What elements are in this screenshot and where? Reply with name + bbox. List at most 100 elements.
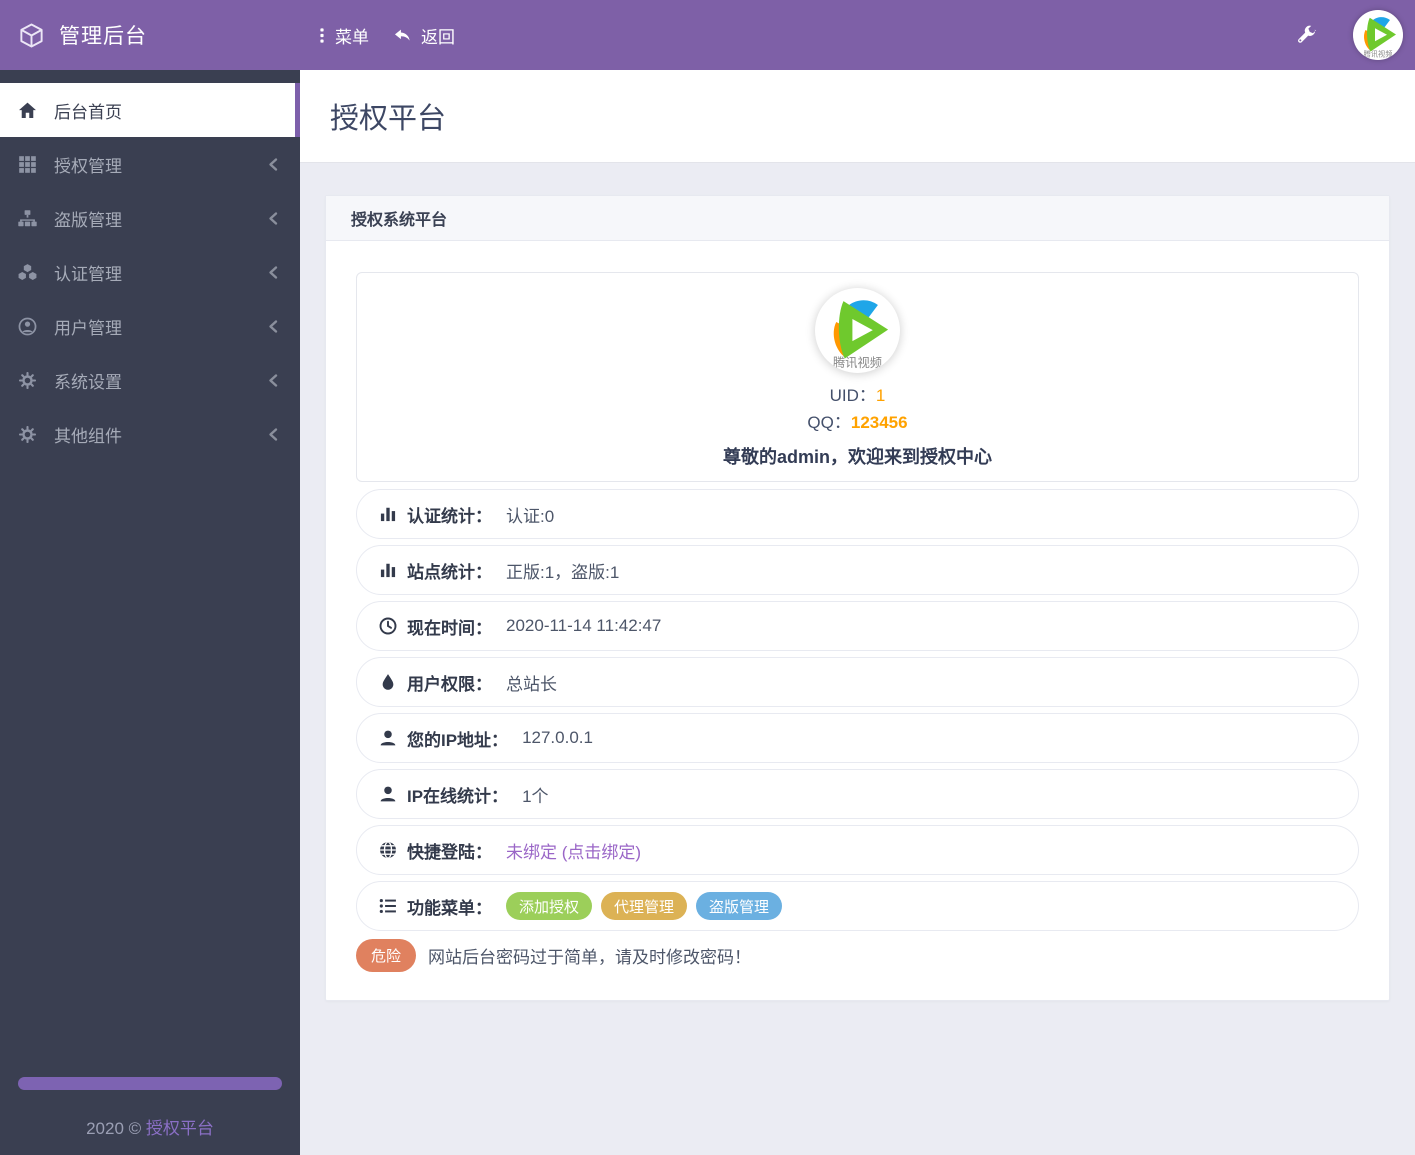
badge-agent-manage[interactable]: 代理管理 bbox=[601, 892, 687, 920]
user-role-value: 总站长 bbox=[506, 670, 557, 695]
row-quick-login: 快捷登陆： 未绑定 (点击绑定) bbox=[356, 825, 1359, 875]
sidebar-item-system-settings[interactable]: 系统设置 bbox=[0, 353, 300, 407]
globe-icon bbox=[378, 840, 398, 860]
user-circle-icon bbox=[17, 316, 38, 337]
sidebar-item-piracy-manage[interactable]: 盗版管理 bbox=[0, 191, 300, 245]
page-header: 授权平台 bbox=[300, 70, 1415, 163]
danger-badge: 危险 bbox=[356, 939, 416, 972]
qq-value: 123456 bbox=[851, 413, 908, 432]
gear-icon bbox=[17, 370, 38, 391]
ellipsis-v-icon bbox=[318, 26, 326, 45]
qq-line: QQ：123456 bbox=[357, 409, 1358, 436]
ip-online-value: 1个 bbox=[522, 782, 548, 807]
svg-text:腾讯视频: 腾讯视频 bbox=[833, 355, 882, 370]
row-label: 您的IP地址： bbox=[407, 726, 508, 751]
site-stats-value: 正版:1，盗版:1 bbox=[506, 558, 619, 583]
sidebar-item-label: 授权管理 bbox=[54, 152, 122, 177]
main-area: 授权平台 授权系统平台 腾讯视频 UID：1 QQ：123456 尊敬的admi… bbox=[300, 70, 1415, 1155]
chevron-left-icon bbox=[267, 157, 280, 172]
cube-icon bbox=[18, 22, 45, 49]
list-icon bbox=[378, 896, 398, 916]
row-label: 功能菜单： bbox=[407, 894, 492, 919]
row-label: IP在线统计： bbox=[407, 782, 508, 807]
row-ip-online: IP在线统计： 1个 bbox=[356, 769, 1359, 819]
chevron-left-icon bbox=[267, 211, 280, 226]
topbar: 管理后台 菜单 返回 腾讯视频 bbox=[0, 0, 1415, 70]
sidebar-footer: 2020 © 授权平台 bbox=[0, 1077, 300, 1155]
chevron-left-icon bbox=[267, 265, 280, 280]
menu-button-label: 菜单 bbox=[335, 23, 369, 48]
row-label: 现在时间： bbox=[407, 614, 492, 639]
your-ip-value: 127.0.0.1 bbox=[522, 728, 593, 748]
row-site-stats: 站点统计： 正版:1，盗版:1 bbox=[356, 545, 1359, 595]
wrench-icon[interactable] bbox=[1295, 24, 1317, 46]
badge-piracy-manage[interactable]: 盗版管理 bbox=[696, 892, 782, 920]
copyright-link[interactable]: 授权平台 bbox=[146, 1119, 214, 1138]
badge-add-auth[interactable]: 添加授权 bbox=[506, 892, 592, 920]
svg-text:腾讯视频: 腾讯视频 bbox=[1363, 50, 1393, 59]
chevron-left-icon bbox=[267, 427, 280, 442]
sidebar-item-label: 后台首页 bbox=[54, 98, 122, 123]
function-menu-badges: 添加授权代理管理盗版管理 bbox=[506, 892, 782, 920]
sidebar-item-cert-manage[interactable]: 认证管理 bbox=[0, 245, 300, 299]
profile-box: 腾讯视频 UID：1 QQ：123456 尊敬的admin，欢迎来到授权中心 bbox=[356, 272, 1359, 482]
copyright-year: 2020 © bbox=[86, 1119, 146, 1138]
auth-platform-card: 授权系统平台 腾讯视频 UID：1 QQ：123456 尊敬的admin，欢迎来… bbox=[325, 195, 1390, 1001]
avatar[interactable]: 腾讯视频 bbox=[1353, 10, 1403, 60]
sidebar-item-label: 盗版管理 bbox=[54, 206, 122, 231]
app-title: 管理后台 bbox=[59, 20, 147, 50]
auth-stats-value: 认证:0 bbox=[506, 502, 554, 527]
chevron-left-icon bbox=[267, 319, 280, 334]
drop-icon bbox=[378, 672, 398, 692]
home-icon bbox=[17, 100, 38, 121]
cubes-icon bbox=[17, 262, 38, 283]
sidebar-item-home[interactable]: 后台首页 bbox=[0, 83, 300, 137]
quick-login-value-link[interactable]: 未绑定 (点击绑定) bbox=[506, 838, 641, 863]
copyright: 2020 © 授权平台 bbox=[0, 1114, 300, 1139]
bar-chart-icon bbox=[378, 504, 398, 524]
clock-icon bbox=[378, 616, 398, 636]
brand: 管理后台 bbox=[0, 20, 300, 50]
sidebar-item-label: 认证管理 bbox=[54, 260, 122, 285]
qq-label: QQ： bbox=[807, 413, 850, 432]
info-rows: 认证统计： 认证:0 站点统计： 正版:1，盗版:1 现在时间： 2020-11… bbox=[356, 489, 1359, 931]
menu-button[interactable]: 菜单 bbox=[318, 23, 369, 48]
row-label: 用户权限： bbox=[407, 670, 492, 695]
page-title: 授权平台 bbox=[330, 95, 446, 137]
sidebar-item-other-components[interactable]: 其他组件 bbox=[0, 407, 300, 461]
uid-line: UID：1 bbox=[357, 382, 1358, 409]
grid-icon bbox=[17, 154, 38, 175]
row-your-ip: 您的IP地址： 127.0.0.1 bbox=[356, 713, 1359, 763]
sidebar: 后台首页 授权管理 盗版管理 认证管理 用户管理 系统设置 其他组件 2020 … bbox=[0, 70, 300, 1155]
tencent-video-logo: 腾讯视频 bbox=[815, 288, 900, 373]
content: 授权系统平台 腾讯视频 UID：1 QQ：123456 尊敬的admin，欢迎来… bbox=[300, 163, 1415, 1001]
row-label: 站点统计： bbox=[407, 558, 492, 583]
sidebar-nav: 后台首页 授权管理 盗版管理 认证管理 用户管理 系统设置 其他组件 bbox=[0, 70, 300, 461]
sidebar-footer-bar bbox=[18, 1077, 282, 1090]
welcome-text: 尊敬的admin，欢迎来到授权中心 bbox=[357, 443, 1358, 469]
sidebar-item-label: 用户管理 bbox=[54, 314, 122, 339]
bar-chart-icon bbox=[378, 560, 398, 580]
alert-text: 网站后台密码过于简单，请及时修改密码！ bbox=[428, 943, 751, 968]
uid-value: 1 bbox=[876, 386, 885, 405]
row-function-menu: 功能菜单： 添加授权代理管理盗版管理 bbox=[356, 881, 1359, 931]
row-label: 快捷登陆： bbox=[407, 838, 492, 863]
chevron-left-icon bbox=[267, 373, 280, 388]
sidebar-item-user-manage[interactable]: 用户管理 bbox=[0, 299, 300, 353]
row-current-time: 现在时间： 2020-11-14 11:42:47 bbox=[356, 601, 1359, 651]
current-time-value: 2020-11-14 11:42:47 bbox=[506, 616, 661, 636]
back-button[interactable]: 返回 bbox=[393, 23, 455, 48]
sidebar-item-auth-manage[interactable]: 授权管理 bbox=[0, 137, 300, 191]
card-header: 授权系统平台 bbox=[326, 196, 1389, 241]
card-body: 腾讯视频 UID：1 QQ：123456 尊敬的admin，欢迎来到授权中心 认… bbox=[326, 241, 1389, 1000]
user-icon bbox=[378, 728, 398, 748]
uid-label: UID： bbox=[830, 386, 876, 405]
password-alert: 危险 网站后台密码过于简单，请及时修改密码！ bbox=[356, 939, 1359, 972]
row-user-role: 用户权限： 总站长 bbox=[356, 657, 1359, 707]
gear-icon bbox=[17, 424, 38, 445]
row-auth-stats: 认证统计： 认证:0 bbox=[356, 489, 1359, 539]
sitemap-icon bbox=[17, 208, 38, 229]
sidebar-item-label: 其他组件 bbox=[54, 422, 122, 447]
reply-icon bbox=[393, 26, 412, 45]
sidebar-item-label: 系统设置 bbox=[54, 368, 122, 393]
